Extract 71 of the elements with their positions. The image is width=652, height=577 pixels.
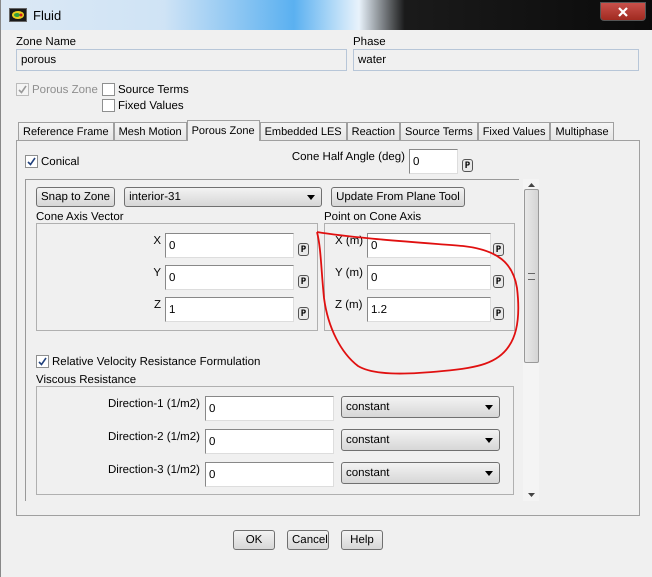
field-label: Z — [152, 298, 161, 311]
phase-field[interactable]: water — [353, 49, 639, 71]
method-dropdown[interactable]: constant — [341, 396, 500, 418]
window-title: Fluid — [33, 8, 62, 22]
tab[interactable]: Embedded LES — [260, 122, 347, 140]
parameter-button[interactable]: P — [298, 243, 309, 256]
dialog-button[interactable]: OK — [233, 530, 275, 550]
group-title: Point on Cone Axis — [324, 211, 422, 223]
field-label: Z (m) — [335, 298, 364, 311]
method-dropdown[interactable]: constant — [341, 429, 500, 451]
field-label: Y — [152, 266, 161, 279]
point-field[interactable]: 0 — [367, 265, 491, 290]
snap-to-zone-button[interactable]: Snap to Zone — [36, 187, 116, 207]
caret-icon — [485, 404, 493, 410]
field-label: X — [152, 234, 161, 247]
close-icon — [617, 6, 629, 16]
tab[interactable]: Source Terms — [400, 122, 478, 140]
field-label: Direction-2 (1/m2) — [106, 430, 200, 443]
scrollbar[interactable] — [523, 179, 539, 501]
close-button[interactable] — [600, 2, 646, 21]
dialog-button[interactable]: Help — [341, 530, 383, 550]
scroll-up-icon — [528, 183, 534, 187]
checkbox-label: Conical — [41, 156, 80, 168]
checkbox-label: Fixed Values — [118, 100, 184, 112]
scroll-down-icon — [528, 493, 534, 497]
vector-field[interactable]: 1 — [165, 297, 294, 322]
update-from-plane-tool-button[interactable]: Update From Plane Tool — [331, 187, 465, 207]
parameter-button[interactable]: P — [298, 307, 309, 320]
checkbox[interactable] — [36, 355, 49, 368]
scrollbar-thumb[interactable] — [524, 189, 538, 363]
caret-icon — [485, 470, 493, 476]
checkbox[interactable] — [102, 99, 115, 112]
tab[interactable]: Reaction — [346, 122, 400, 140]
cone-half-angle-field[interactable]: 0 — [409, 149, 458, 174]
point-field[interactable]: 0 — [367, 233, 491, 258]
parameter-button[interactable]: P — [298, 275, 309, 288]
resistance-field[interactable]: 0 — [205, 429, 334, 454]
tab[interactable]: Porous Zone — [186, 120, 260, 141]
group-title: Viscous Resistance — [36, 374, 138, 386]
checkbox[interactable] — [102, 83, 115, 96]
tab[interactable]: Multiphase — [550, 122, 614, 140]
resistance-field[interactable]: 0 — [205, 396, 334, 421]
tab[interactable]: Reference Frame — [18, 122, 114, 140]
zone-dropdown[interactable]: interior-31 — [124, 187, 322, 207]
app-icon — [9, 8, 27, 22]
parameter-button[interactable]: P — [462, 159, 473, 172]
checkbox-label: Porous Zone — [32, 84, 98, 96]
checkbox-label: Source Terms — [118, 84, 189, 96]
caret-icon — [307, 194, 316, 200]
field-label: Cone Half Angle (deg) — [292, 151, 405, 163]
point-field[interactable]: 1.2 — [367, 297, 491, 322]
field-label: Phase — [353, 36, 387, 48]
parameter-button[interactable]: P — [493, 307, 504, 320]
dialog-button[interactable]: Cancel — [287, 530, 329, 550]
vector-field[interactable]: 0 — [165, 265, 294, 290]
checkbox[interactable] — [25, 155, 38, 168]
tab[interactable]: Mesh Motion — [114, 122, 187, 140]
checkbox-label: Relative Velocity Resistance Formulation — [52, 356, 260, 368]
zone-name-field[interactable]: porous — [16, 49, 347, 71]
method-dropdown[interactable]: constant — [341, 462, 500, 484]
parameter-button[interactable]: P — [493, 275, 504, 288]
group-title: Cone Axis Vector — [36, 211, 125, 223]
field-label: Direction-1 (1/m2) — [106, 397, 200, 410]
field-label: Zone Name — [16, 36, 78, 48]
tab[interactable]: Fixed Values — [478, 122, 550, 140]
vector-field[interactable]: 0 — [165, 233, 294, 258]
caret-icon — [485, 438, 493, 442]
parameter-button[interactable]: P — [493, 243, 504, 256]
field-label: Direction-3 (1/m2) — [106, 463, 200, 476]
field-label: Y (m) — [335, 266, 364, 279]
resistance-field[interactable]: 0 — [205, 462, 334, 487]
